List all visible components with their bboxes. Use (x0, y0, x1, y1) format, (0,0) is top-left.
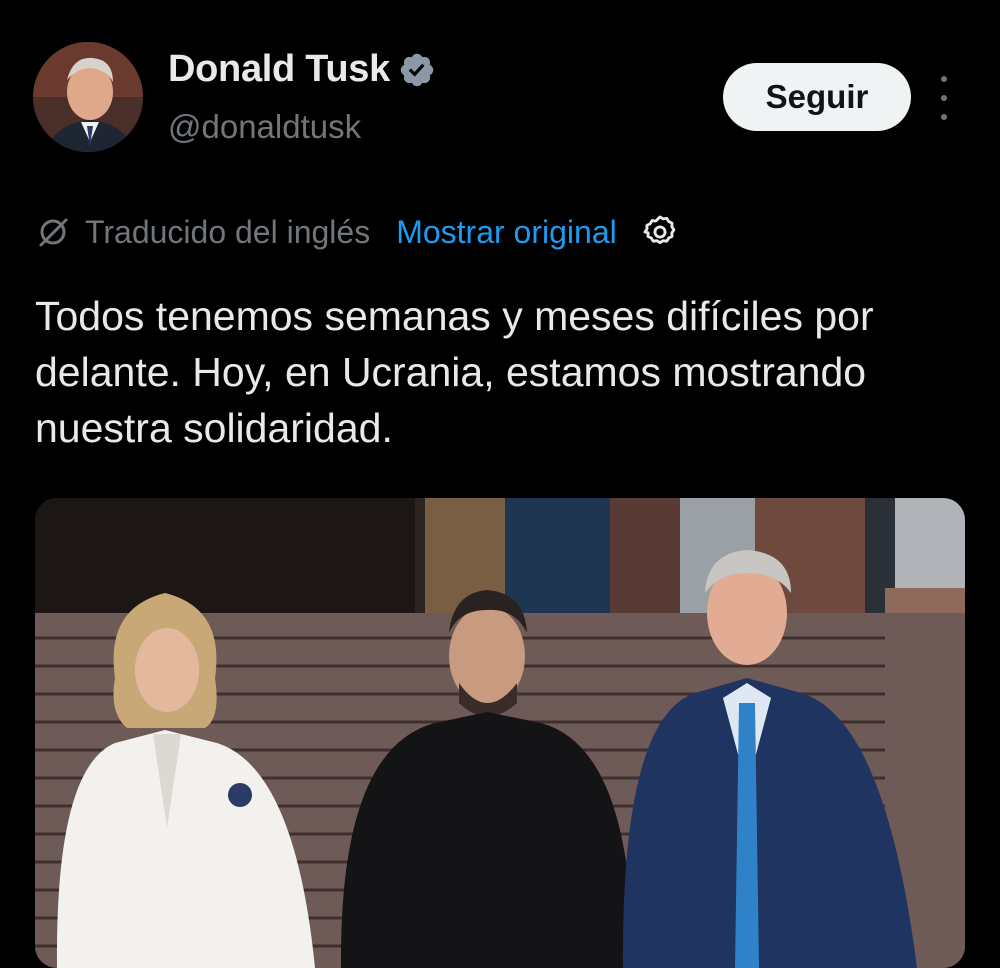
name-row: Donald Tusk (168, 48, 436, 91)
avatar-image (33, 42, 143, 152)
show-original-link[interactable]: Mostrar original (396, 214, 617, 251)
verified-badge-icon (400, 53, 434, 86)
avatar[interactable] (33, 42, 143, 152)
handle[interactable]: @donaldtusk (168, 108, 361, 146)
translation-bar: Traducido del inglés Mostrar original (35, 208, 679, 256)
translated-label: Traducido del inglés (85, 213, 371, 250)
photo-image (35, 498, 965, 968)
settings-icon[interactable] (641, 213, 679, 251)
translate-icon (39, 218, 68, 247)
tweet-header: Donald Tusk @donaldtusk Seguir (0, 0, 1000, 160)
tweet-photo[interactable] (35, 498, 965, 968)
more-vertical-icon[interactable] (930, 76, 958, 120)
display-name[interactable]: Donald Tusk (168, 48, 390, 91)
follow-button[interactable]: Seguir (723, 63, 911, 131)
tweet-text: Todos tenemos semanas y meses difíciles … (35, 293, 874, 451)
